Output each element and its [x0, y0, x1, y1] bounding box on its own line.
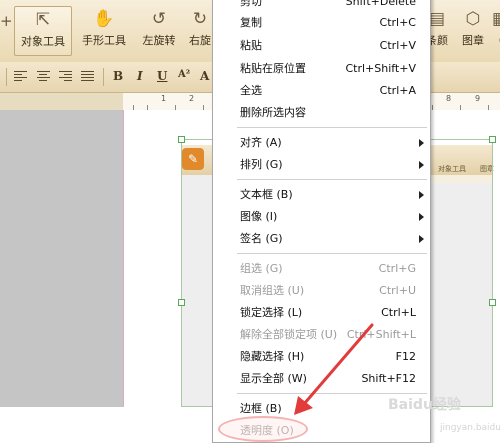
watermark-url: jingyan.baidu.com	[440, 423, 500, 433]
watermark: Baidu经验	[388, 397, 461, 413]
annotation-arrow-icon	[294, 323, 374, 415]
